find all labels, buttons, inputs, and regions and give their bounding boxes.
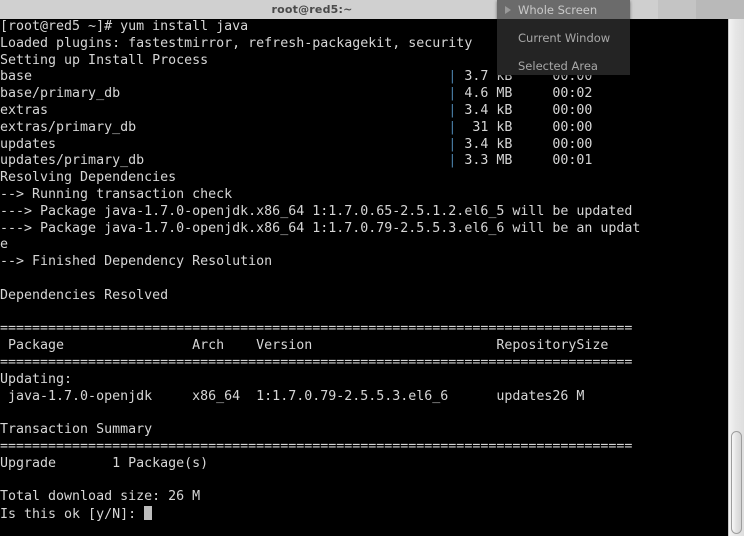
terminal-output-area[interactable]: [root@red5 ~]# yum install javaLoaded pl… — [0, 19, 728, 536]
terminal-window: root@red5:~ [root@red5 ~]# yum install j… — [0, 0, 744, 536]
menu-item-label: Selected Area — [518, 59, 598, 73]
terminal-line: ---> Package java-1.7.0-openjdk.x86_64 1… — [0, 221, 640, 238]
terminal-line: Transaction Summary — [0, 422, 640, 439]
terminal-line: extras/primary_db | 31 kB 00:00 — [0, 120, 640, 137]
terminal-line: ---> Package java-1.7.0-openjdk.x86_64 1… — [0, 204, 640, 221]
terminal-line — [0, 305, 640, 322]
terminal-line — [0, 473, 640, 490]
repo-time: 00:00 — [512, 103, 592, 118]
terminal-line — [0, 405, 640, 422]
repo-size: 3.4 kB — [456, 137, 512, 152]
scrollbar-thumb[interactable] — [731, 431, 742, 534]
terminal-line: Package Arch Version RepositorySize — [0, 338, 640, 355]
terminal-line: --> Running transaction check — [0, 187, 640, 204]
titlebar-band-3 — [696, 0, 744, 19]
repo-size: 31 kB — [456, 120, 512, 135]
repo-size: 3.4 kB — [456, 103, 512, 118]
terminal-line: Resolving Dependencies — [0, 170, 640, 187]
menu-item-whole-screen[interactable]: Whole Screen — [497, 0, 630, 19]
screenshot-capture-menu[interactable]: Whole Screen Current Window Selected Are… — [497, 0, 630, 75]
terminal-line: updates | 3.4 kB 00:00 — [0, 137, 640, 154]
terminal-line: ========================================… — [0, 439, 640, 456]
vertical-scrollbar[interactable] — [728, 19, 744, 536]
menu-item-label: Whole Screen — [518, 3, 597, 17]
repo-time: 00:02 — [512, 86, 592, 101]
repo-time: 00:01 — [512, 153, 592, 168]
repo-name: base — [0, 69, 448, 84]
terminal-line: Dependencies Resolved — [0, 288, 640, 305]
window-titlebar[interactable]: root@red5:~ — [0, 0, 744, 19]
terminal-line: ========================================… — [0, 355, 640, 372]
repo-time: 00:00 — [512, 137, 592, 152]
terminal-line: ========================================… — [0, 321, 640, 338]
repo-name: updates/primary_db — [0, 153, 448, 168]
repo-time: 00:00 — [512, 120, 592, 135]
terminal-cursor — [144, 506, 152, 520]
menu-item-selected-area[interactable]: Selected Area — [497, 56, 630, 75]
terminal-line: extras | 3.4 kB 00:00 — [0, 103, 640, 120]
terminal-text: [root@red5 ~]# yum install javaLoaded pl… — [0, 19, 640, 523]
terminal-line: Upgrade 1 Package(s) — [0, 456, 640, 473]
menu-item-label: Current Window — [518, 31, 610, 45]
repo-size: 3.3 MB — [456, 153, 512, 168]
terminal-line: e — [0, 237, 640, 254]
terminal-line: Updating: — [0, 372, 640, 389]
terminal-line: --> Finished Dependency Resolution — [0, 254, 640, 271]
window-title: root@red5:~ — [271, 3, 352, 16]
terminal-line: Total download size: 26 M — [0, 489, 640, 506]
repo-name: updates — [0, 137, 448, 152]
titlebar-band-2 — [658, 0, 696, 19]
triangle-right-icon — [505, 6, 511, 14]
terminal-line: java-1.7.0-openjdk x86_64 1:1.7.0.79-2.5… — [0, 389, 640, 406]
terminal-line — [0, 271, 640, 288]
terminal-line: updates/primary_db | 3.3 MB 00:01 — [0, 153, 640, 170]
terminal-line: Is this ok [y/N]: — [0, 506, 640, 523]
menu-item-current-window[interactable]: Current Window — [497, 28, 630, 47]
terminal-line: base/primary_db | 4.6 MB 00:02 — [0, 86, 640, 103]
repo-size: 4.6 MB — [456, 86, 512, 101]
repo-name: extras/primary_db — [0, 120, 448, 135]
repo-name: extras — [0, 103, 448, 118]
repo-name: base/primary_db — [0, 86, 448, 101]
